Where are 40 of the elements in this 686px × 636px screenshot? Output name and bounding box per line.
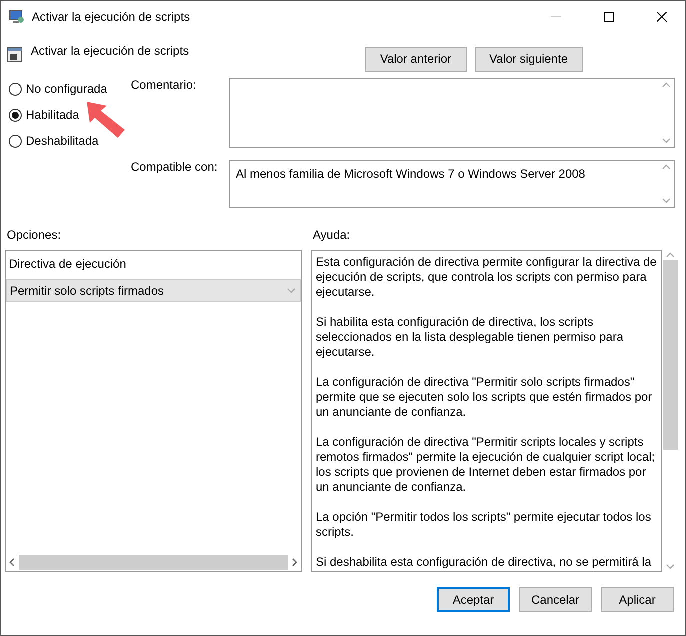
setting-label: Directiva de ejecución	[8, 256, 128, 273]
scroll-up-icon[interactable]	[662, 82, 670, 88]
scroll-down-icon[interactable]	[662, 198, 670, 204]
window-title: Activar la ejecución de scripts	[32, 10, 192, 24]
computer-icon	[9, 8, 25, 24]
scroll-up-icon[interactable]	[662, 164, 670, 170]
scroll-up-icon[interactable]	[666, 252, 675, 258]
help-paragraph: Si deshabilita esta configuración de directiva, no se permitirá la	[316, 555, 653, 570]
radio-option[interactable]: No configurada	[9, 82, 131, 96]
radio-icon[interactable]	[9, 82, 22, 96]
maximize-icon[interactable]	[604, 12, 614, 22]
help-paragraph: La configuración de directiva "Permitir solo scripts firmados" permite que se ejecuten solo los scripts que estén firmados por un anunciante de confianza.	[316, 375, 654, 420]
help-paragraph: Esta configuración de directiva permite configurar la directiva de ejecución de scripts, que controla los scripts con permiso para ejecutarse.	[316, 255, 658, 300]
comment-field[interactable]	[229, 78, 675, 148]
policy-dropdown[interactable]: Permitir solo scripts firmados	[6, 279, 301, 302]
policy-icon	[7, 47, 23, 63]
scroll-down-icon[interactable]	[666, 564, 675, 570]
radio-icon[interactable]	[9, 134, 22, 148]
scroll-down-icon[interactable]	[662, 138, 670, 144]
scroll-right-icon[interactable]	[292, 558, 298, 567]
help-label: Ayuda:	[313, 228, 350, 244]
scrollbar-thumb[interactable]	[19, 555, 288, 570]
scrollbar-thumb[interactable]	[662, 260, 678, 450]
policy-title: Activar la ejecución de scripts	[31, 44, 190, 58]
dropdown-caret-icon[interactable]	[287, 288, 296, 294]
dialog-button[interactable]: Aceptar	[437, 587, 510, 612]
supported-label: Compatible con:	[131, 160, 219, 176]
dialog-button[interactable]: Aplicar	[601, 587, 674, 612]
comment-label: Comentario:	[131, 78, 198, 94]
options-label: Opciones:	[7, 228, 62, 244]
supported-field: Al menos familia de Microsoft Windows 7 o Windows Server 2008	[229, 160, 675, 208]
help-paragraph: La opción "Permitir todos los scripts" permite ejecutar todos los scripts.	[316, 510, 652, 540]
nav-button[interactable]: Valor siguiente	[474, 46, 583, 72]
scroll-left-icon[interactable]	[9, 558, 15, 567]
help-paragraph: Si habilita esta configuración de directiva, los scripts seleccionados en la lista desplegable tienen permiso para ejecutarse.	[316, 315, 625, 360]
dialog-button[interactable]: Cancelar	[519, 587, 592, 612]
radio-icon[interactable]	[9, 108, 22, 122]
close-icon[interactable]	[657, 12, 667, 22]
help-paragraph: La configuración de directiva "Permitir scripts locales y scripts remotos firmados" permite la ejecución de cualquier script local; los scripts que provienen de Internet deben estar firmados por un anunciante de confianza.	[316, 435, 656, 495]
nav-button[interactable]: Valor anterior	[365, 46, 466, 72]
